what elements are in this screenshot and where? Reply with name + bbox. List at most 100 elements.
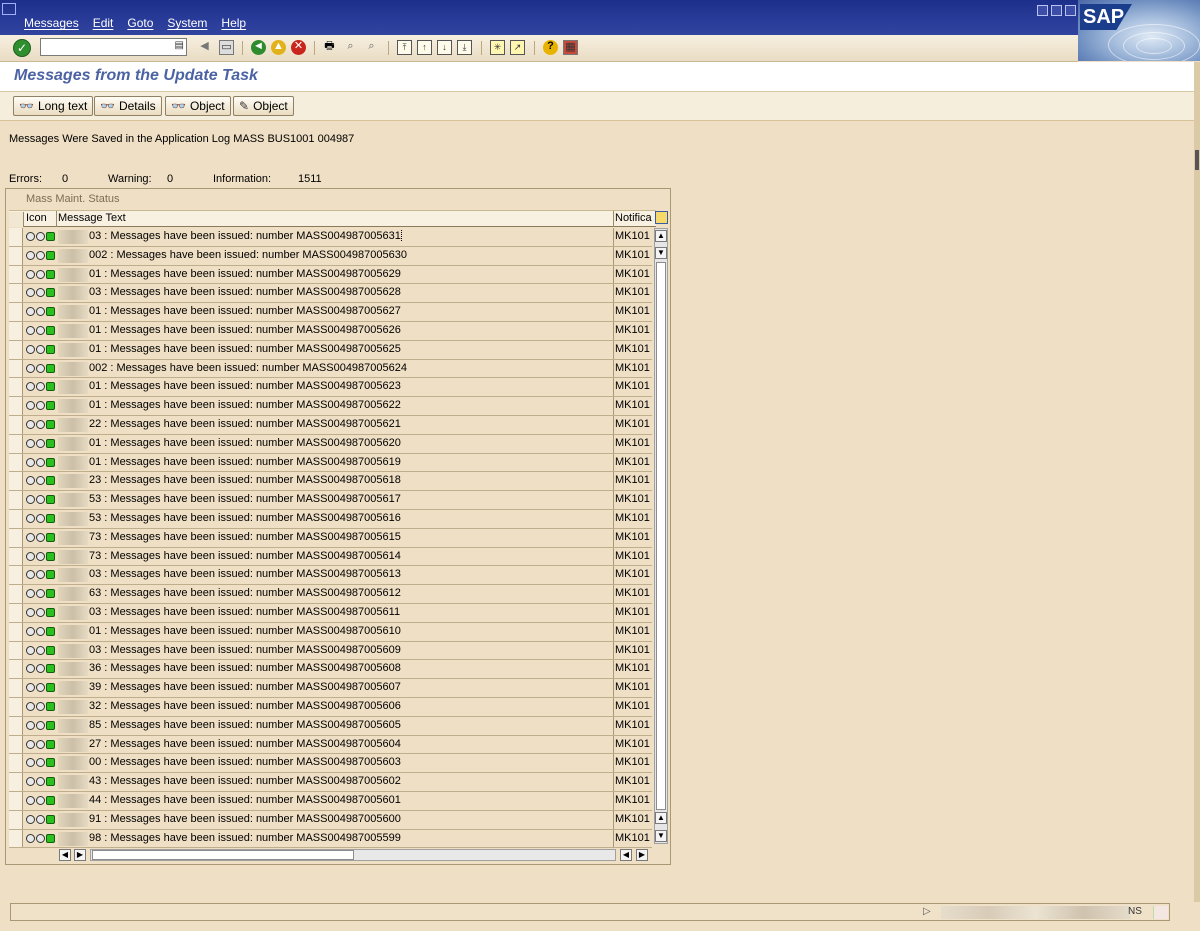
row-selector[interactable]	[9, 585, 23, 603]
input-mode[interactable]: NS	[1128, 906, 1142, 917]
triangle-left-icon[interactable]: ◀	[197, 40, 212, 55]
table-row[interactable]: 36 : Messages have been issued: number M…	[9, 660, 652, 680]
table-row[interactable]: 53 : Messages have been issued: number M…	[9, 509, 652, 529]
row-selector[interactable]	[9, 528, 23, 547]
create-session-icon[interactable]: ✳	[490, 40, 505, 55]
table-row[interactable]: 01 : Messages have been issued: number M…	[9, 340, 652, 360]
row-selector[interactable]	[9, 284, 23, 303]
status-expand-icon[interactable]: ▷	[923, 906, 931, 917]
shortcut-icon[interactable]: ↗	[510, 40, 525, 55]
row-selector[interactable]	[9, 434, 23, 453]
menu-system[interactable]: System	[167, 16, 207, 30]
change-object-button[interactable]: ✎ Object	[233, 96, 294, 116]
scroll-page-down-icon[interactable]: ▼	[655, 830, 667, 842]
row-selector[interactable]	[9, 754, 23, 773]
table-row[interactable]: 002 : Messages have been issued: number …	[9, 359, 652, 379]
table-row[interactable]: 63 : Messages have been issued: number M…	[9, 585, 652, 604]
menu-help[interactable]: Help	[221, 16, 246, 30]
table-row[interactable]: 01 : Messages have been issued: number M…	[9, 265, 652, 285]
previous-page-icon[interactable]: ↑	[417, 40, 432, 55]
row-selector[interactable]	[9, 679, 23, 697]
row-selector[interactable]	[9, 603, 23, 622]
find-icon[interactable]: ⌕	[343, 40, 358, 55]
table-row[interactable]: 22 : Messages have been issued: number M…	[9, 415, 652, 435]
table-row[interactable]: 27 : Messages have been issued: number M…	[9, 735, 652, 755]
save-icon[interactable]: ▭	[219, 40, 234, 55]
system-menu-icon[interactable]	[2, 3, 16, 15]
table-row[interactable]: 44 : Messages have been issued: number M…	[9, 791, 652, 811]
help-icon[interactable]: ?	[543, 40, 558, 55]
table-row[interactable]: 39 : Messages have been issued: number M…	[9, 679, 652, 698]
table-row[interactable]: 03 : Messages have been issued: number M…	[9, 603, 652, 623]
menu-goto[interactable]: Goto	[127, 16, 153, 30]
table-row[interactable]: 03 : Messages have been issued: number M…	[9, 228, 652, 247]
table-row[interactable]: 03 : Messages have been issued: number M…	[9, 566, 652, 586]
print-icon[interactable]: 🖶	[322, 40, 337, 55]
command-history-icon[interactable]: ▤	[175, 40, 184, 51]
scroll-up-icon[interactable]: ▲	[655, 230, 667, 242]
row-selector[interactable]	[9, 622, 23, 641]
horizontal-scroll-thumb[interactable]	[92, 850, 354, 860]
row-selector[interactable]	[9, 735, 23, 754]
row-selector[interactable]	[9, 566, 23, 585]
scroll-page-up-icon[interactable]: ▲	[655, 812, 667, 824]
scroll-end-left-icon[interactable]: ◀	[620, 849, 632, 861]
row-selector[interactable]	[9, 265, 23, 284]
minimize-icon[interactable]	[1037, 5, 1048, 16]
display-object-button[interactable]: 👓 Object	[165, 96, 231, 116]
last-page-icon[interactable]: ⤓	[457, 40, 472, 55]
row-selector[interactable]	[9, 228, 23, 246]
table-row[interactable]: 03 : Messages have been issued: number M…	[9, 284, 652, 304]
column-header-icon[interactable]: Icon	[26, 212, 47, 224]
select-all-cell[interactable]	[9, 212, 24, 227]
row-selector[interactable]	[9, 810, 23, 829]
details-button[interactable]: 👓 Details	[94, 96, 162, 116]
vertical-scrollbar[interactable]	[654, 228, 668, 844]
table-row[interactable]: 01 : Messages have been issued: number M…	[9, 378, 652, 398]
row-selector[interactable]	[9, 829, 23, 848]
row-selector[interactable]	[9, 716, 23, 735]
menu-edit[interactable]: Edit	[93, 16, 114, 30]
table-row[interactable]: 01 : Messages have been issued: number M…	[9, 434, 652, 454]
row-selector[interactable]	[9, 547, 23, 566]
row-selector[interactable]	[9, 791, 23, 810]
row-selector[interactable]	[9, 397, 23, 415]
customize-layout-icon[interactable]: ▦	[563, 40, 578, 55]
row-selector[interactable]	[9, 303, 23, 321]
cancel-icon[interactable]: ✕	[291, 40, 306, 55]
row-selector[interactable]	[9, 472, 23, 491]
column-header-message-text[interactable]: Message Text	[58, 212, 126, 224]
row-selector[interactable]	[9, 378, 23, 397]
row-selector[interactable]	[9, 321, 23, 340]
exit-icon[interactable]: ▲	[271, 40, 286, 55]
enter-check-icon[interactable]: ✓	[13, 39, 31, 57]
table-row[interactable]: 01 : Messages have been issued: number M…	[9, 453, 652, 473]
table-row[interactable]: 43 : Messages have been issued: number M…	[9, 773, 652, 792]
command-field[interactable]: ▤	[40, 38, 187, 56]
close-window-icon[interactable]	[1065, 5, 1076, 16]
scroll-right-icon[interactable]: ▶	[74, 849, 86, 861]
row-selector[interactable]	[9, 246, 23, 265]
table-row[interactable]: 53 : Messages have been issued: number M…	[9, 491, 652, 510]
next-page-icon[interactable]: ↓	[437, 40, 452, 55]
scroll-end-right-icon[interactable]: ▶	[636, 849, 648, 861]
table-row[interactable]: 23 : Messages have been issued: number M…	[9, 472, 652, 492]
row-selector[interactable]	[9, 491, 23, 509]
first-page-icon[interactable]: ⤒	[397, 40, 412, 55]
column-header-notification[interactable]: Notifica	[615, 212, 655, 224]
table-row[interactable]: 01 : Messages have been issued: number M…	[9, 622, 652, 642]
table-row[interactable]: 002 : Messages have been issued: number …	[9, 246, 652, 266]
vertical-scroll-thumb[interactable]	[656, 262, 666, 810]
row-selector[interactable]	[9, 697, 23, 716]
table-row[interactable]: 01 : Messages have been issued: number M…	[9, 303, 652, 322]
table-row[interactable]: 73 : Messages have been issued: number M…	[9, 528, 652, 548]
table-row[interactable]: 98 : Messages have been issued: number M…	[9, 829, 652, 849]
table-row[interactable]: 03 : Messages have been issued: number M…	[9, 641, 652, 661]
scroll-left-icon[interactable]: ◀	[59, 849, 71, 861]
command-input[interactable]	[43, 40, 175, 56]
table-row[interactable]: 00 : Messages have been issued: number M…	[9, 754, 652, 774]
table-row[interactable]: 32 : Messages have been issued: number M…	[9, 697, 652, 717]
table-row[interactable]: 73 : Messages have been issued: number M…	[9, 547, 652, 567]
row-selector[interactable]	[9, 773, 23, 791]
table-row[interactable]: 01 : Messages have been issued: number M…	[9, 321, 652, 341]
